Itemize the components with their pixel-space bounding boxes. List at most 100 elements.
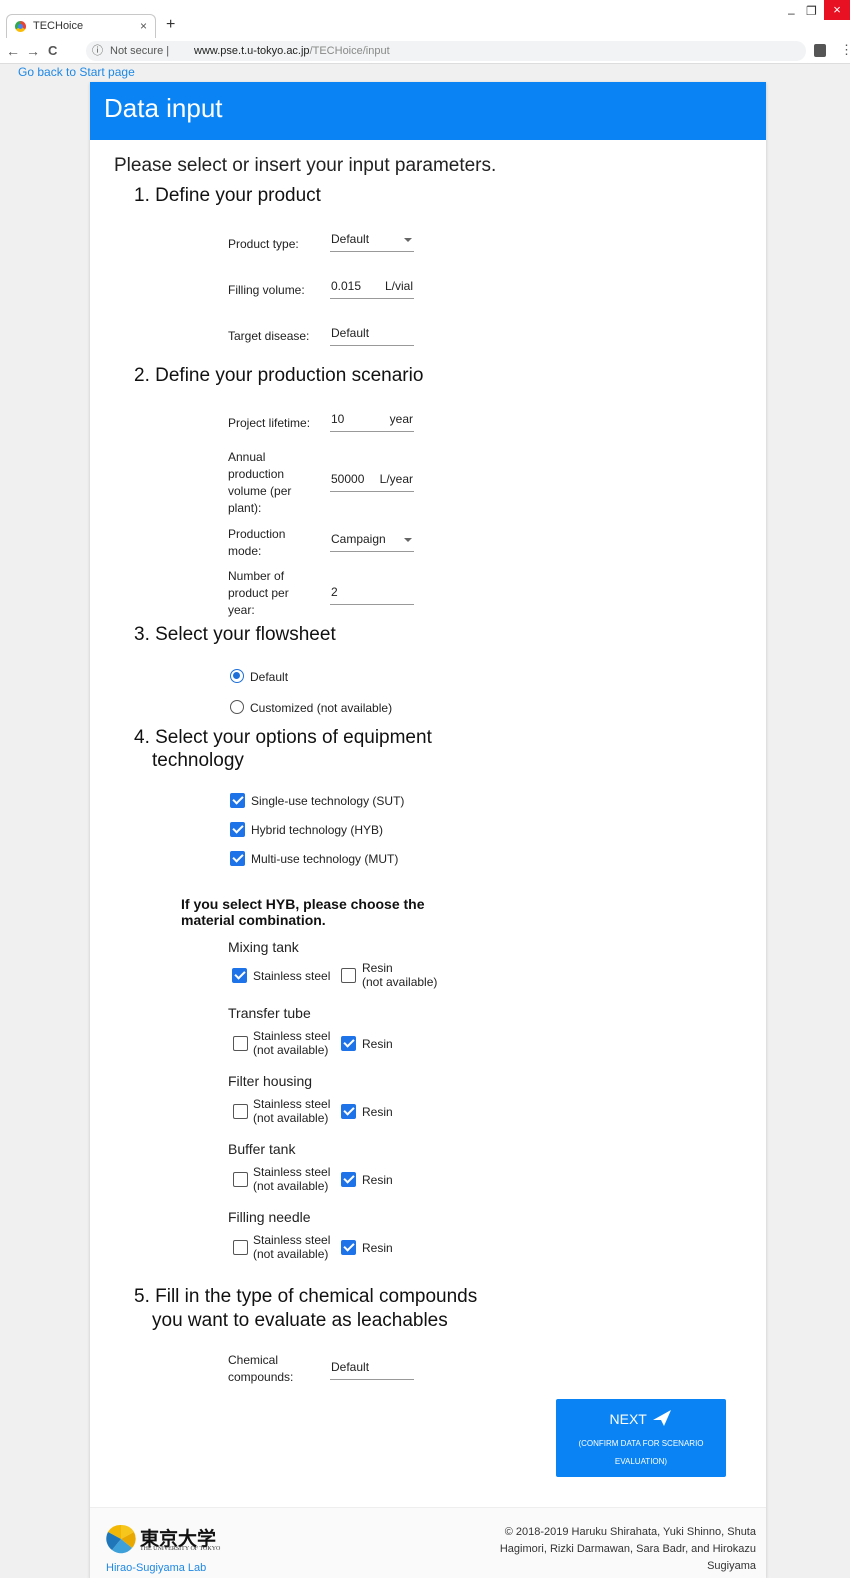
chemical-compounds-input[interactable]: Default	[330, 1358, 414, 1380]
chemical-compounds-value: Default	[331, 1360, 370, 1374]
buffer-stainless-text: Stainless steel	[253, 1165, 331, 1179]
url-host: www.pse.t.u-tokyo.ac.jp	[194, 45, 310, 57]
footer: 東京大学 THE UNIVERSITY OF TOKYO Hirao-Sugiy…	[90, 1507, 766, 1578]
chrome-favicon-icon	[15, 21, 26, 32]
back-to-start-link[interactable]: Go back to Start page	[18, 65, 135, 79]
production-mode-select[interactable]: Campaign	[330, 530, 414, 552]
new-tab-button[interactable]: +	[166, 16, 175, 34]
target-disease-input[interactable]: Default	[330, 324, 414, 346]
university-logo-icon	[106, 1524, 136, 1554]
annual-volume-input[interactable]: 50000 L/year	[330, 470, 414, 492]
transfer-stainless-na: (not available)	[253, 1043, 329, 1057]
buffer-tank-heading: Buffer tank	[228, 1141, 296, 1157]
next-button-sub: (CONFIRM DATA FOR SCENARIO EVALUATION)	[556, 1435, 726, 1471]
flowsheet-default-radio[interactable]	[230, 669, 244, 683]
filter-stainless-na: (not available)	[253, 1111, 329, 1125]
filter-resin-checkbox[interactable]	[341, 1104, 356, 1119]
needle-resin-label: Resin	[362, 1241, 393, 1255]
products-per-year-input[interactable]: 2	[330, 583, 414, 605]
url-field[interactable]: ⓘ Not secure | www.pse.t.u-tokyo.ac.jp/T…	[86, 41, 806, 61]
project-lifetime-label: Project lifetime:	[228, 416, 311, 430]
sut-label: Single-use technology (SUT)	[251, 794, 405, 808]
annual-volume-label: Annual production volume (per plant):	[228, 450, 292, 515]
hyb-instruction: If you select HYB, please choose the mat…	[181, 896, 425, 928]
mixing-resin-na: (not available)	[362, 975, 438, 989]
needle-stainless-na: (not available)	[253, 1247, 329, 1261]
back-arrow-icon[interactable]: ←	[6, 43, 20, 59]
transfer-resin-label: Resin	[362, 1037, 393, 1051]
info-icon[interactable]: ⓘ	[92, 41, 103, 61]
window-minimize-button[interactable]: –	[788, 6, 795, 20]
copyright-text: © 2018-2019 Haruku Shirahata, Yuki Shinn…	[499, 1526, 756, 1572]
buffer-stainless-na: (not available)	[253, 1179, 329, 1193]
next-button-label-row: NEXT	[556, 1409, 726, 1427]
lab-link[interactable]: Hirao-Sugiyama Lab	[106, 1562, 206, 1574]
browser-tab[interactable]: TECHoice ×	[6, 14, 156, 38]
target-disease-value: Default	[331, 326, 370, 340]
mixing-tank-heading: Mixing tank	[228, 939, 299, 955]
section-title-flowsheet: 3. Select your flowsheet	[134, 624, 336, 645]
section-title-chemicals: 5. Fill in the type of chemical compound…	[134, 1286, 478, 1307]
buffer-stainless-checkbox[interactable]	[233, 1172, 248, 1187]
needle-stainless-label: Stainless steel (not available)	[253, 1233, 330, 1261]
project-lifetime-input[interactable]: 10 year	[330, 410, 414, 432]
transfer-stainless-checkbox[interactable]	[233, 1036, 248, 1051]
product-type-select[interactable]: Default	[330, 230, 414, 252]
mixing-stainless-checkbox[interactable]	[232, 968, 247, 983]
window-close-button[interactable]: ×	[824, 0, 850, 20]
university-name-en: THE UNIVERSITY OF TOKYO	[140, 1546, 221, 1552]
needle-stainless-text: Stainless steel	[253, 1233, 331, 1247]
browser-menu-icon[interactable]: ⋮	[840, 42, 850, 58]
hyb-label: Hybrid technology (HYB)	[251, 823, 384, 837]
reload-icon[interactable]: C	[48, 43, 57, 58]
section-title-product: 1. Define your product	[134, 185, 321, 206]
mut-label: Multi-use technology (MUT)	[251, 852, 399, 866]
mixing-stainless-label: Stainless steel	[253, 969, 331, 983]
data-input-card: Data input Please select or insert your …	[90, 82, 766, 1578]
section-title-equipment: 4. Select your options of equipment	[134, 727, 432, 748]
filling-needle-heading: Filling needle	[228, 1209, 311, 1225]
page-title: Data input	[104, 93, 223, 123]
buffer-resin-checkbox[interactable]	[341, 1172, 356, 1187]
next-button[interactable]: NEXT (CONFIRM DATA FOR SCENARIO EVALUATI…	[556, 1399, 726, 1477]
annual-volume-value: 50000	[331, 472, 365, 486]
target-disease-label: Target disease:	[228, 329, 310, 343]
mixing-resin-label: Resin (not available)	[362, 961, 437, 989]
section-title-chemicals-2: you want to evaluate as leachables	[152, 1310, 448, 1331]
window-restore-button[interactable]: ❐	[806, 4, 817, 18]
product-type-label: Product type:	[228, 237, 299, 251]
annual-volume-unit: L/year	[379, 472, 413, 486]
mut-checkbox[interactable]	[230, 851, 245, 866]
production-mode-label: Production mode:	[228, 527, 286, 558]
needle-resin-checkbox[interactable]	[341, 1240, 356, 1255]
filter-stainless-text: Stainless steel	[253, 1097, 331, 1111]
transfer-resin-checkbox[interactable]	[341, 1036, 356, 1051]
products-per-year-label: Number of product per year:	[228, 569, 289, 617]
url-path: /TECHoice/input	[309, 45, 390, 57]
profile-icon[interactable]	[814, 44, 826, 57]
filter-stainless-label: Stainless steel (not available)	[253, 1097, 330, 1125]
filling-volume-label: Filling volume:	[228, 283, 305, 297]
next-button-sub2: EVALUATION)	[614, 1457, 668, 1466]
mixing-resin-checkbox[interactable]	[341, 968, 356, 983]
sut-checkbox[interactable]	[230, 793, 245, 808]
project-lifetime-value: 10	[331, 412, 345, 426]
next-button-label: NEXT	[609, 1411, 647, 1427]
transfer-stainless-label: Stainless steel (not available)	[253, 1029, 330, 1057]
next-button-sub1: (CONFIRM DATA FOR SCENARIO	[578, 1439, 704, 1448]
transfer-stainless-text: Stainless steel	[253, 1029, 331, 1043]
flowsheet-custom-radio[interactable]	[230, 700, 244, 714]
filling-volume-input[interactable]: 0.015 L/vial	[330, 277, 414, 299]
tab-title: TECHoice	[33, 20, 84, 32]
buffer-stainless-label: Stainless steel (not available)	[253, 1165, 330, 1193]
security-label: Not secure |	[110, 45, 170, 57]
dropdown-caret-icon	[404, 238, 412, 242]
hyb-checkbox[interactable]	[230, 822, 245, 837]
filter-stainless-checkbox[interactable]	[233, 1104, 248, 1119]
product-type-value: Default	[331, 232, 370, 246]
forward-arrow-icon[interactable]: →	[26, 43, 40, 59]
products-per-year-value: 2	[331, 585, 338, 599]
tab-close-icon[interactable]: ×	[140, 19, 147, 33]
mixing-resin-text: Resin	[362, 961, 393, 975]
needle-stainless-checkbox[interactable]	[233, 1240, 248, 1255]
